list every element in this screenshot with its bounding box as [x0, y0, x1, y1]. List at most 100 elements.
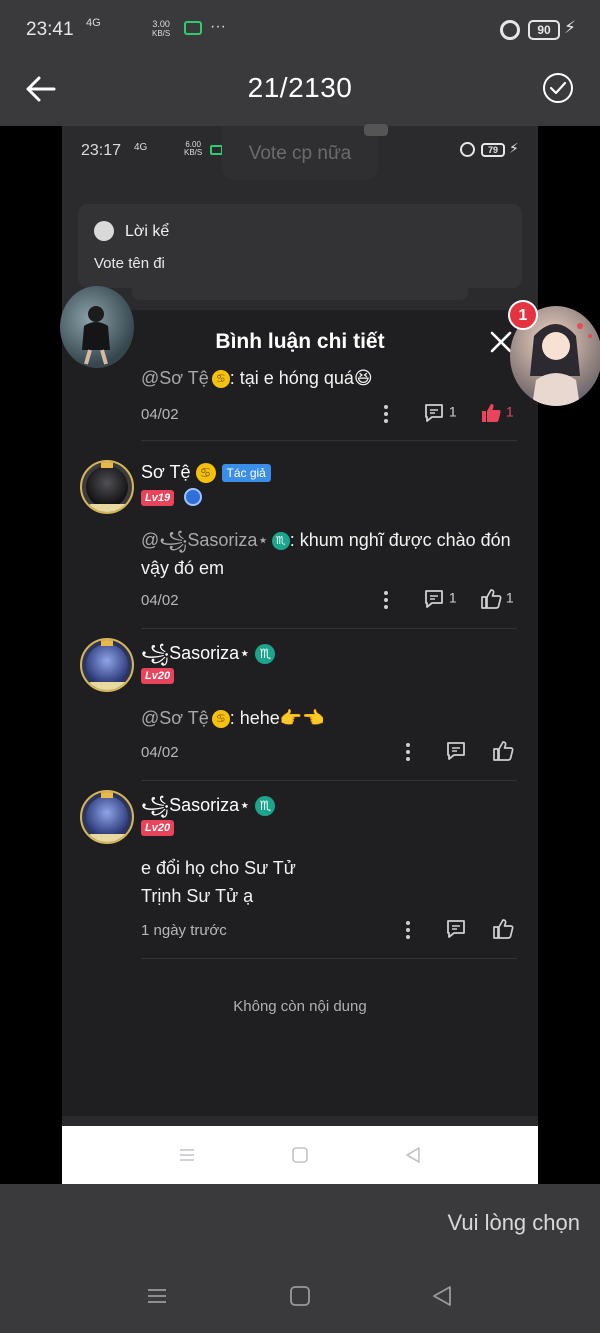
screenshot-image[interactable]: 23:17 4G 6.00 KB/S ··· 79 ⚡ Vote cp nữa … — [62, 124, 538, 1184]
network-indicator: 4G — [86, 17, 101, 29]
comment-date: 04/02 — [141, 406, 179, 423]
bottom-bar: Vui lòng chọn — [0, 1184, 600, 1333]
reply-button[interactable] — [445, 918, 467, 940]
status-time: 23:41 — [26, 19, 74, 40]
comment-item: @Sơ Tệ ♋: tại e hóng quá😆 04/02 1 1 — [62, 366, 538, 450]
comment-item: ꧁Sasoriza⋆ ♏ Lv20 e đổi họ cho Sư Tử Trịn… — [62, 780, 538, 960]
reply-button[interactable] — [445, 740, 467, 762]
avatar-image — [86, 644, 128, 686]
image-counter: 21/2130 — [247, 72, 353, 103]
like-button[interactable] — [492, 918, 514, 940]
menu-icon — [180, 1149, 194, 1161]
comment-body: : tại e hóng quá😆 — [229, 368, 373, 388]
speed-value: 3.00 — [152, 19, 170, 29]
status-bar: 23:41 4G 3.00 KB/S ··· 90 ⚡ — [0, 0, 600, 60]
alarm-icon — [500, 20, 520, 40]
story-card: Lời kể Vote tên đi — [78, 204, 522, 288]
cancer-icon: ♋ — [195, 463, 216, 484]
comment-panel: Bình luận chi tiết @Sơ Tệ ♋: tại e hóng q… — [62, 310, 538, 1184]
story-card-title: Lời kể — [125, 223, 170, 240]
reply-icon — [447, 742, 465, 760]
speed-unit: KB/S — [152, 29, 171, 38]
comment-line: Trịnh Sư Tử ạ — [141, 886, 254, 906]
avatar-image — [86, 466, 128, 508]
more-options-icon[interactable] — [382, 404, 390, 424]
author-name: Sơ Tệ — [141, 462, 191, 482]
more-options-icon[interactable] — [382, 590, 390, 610]
reply-button[interactable]: 1 — [423, 402, 457, 424]
screenshot-speed-unit: KB/S — [184, 148, 203, 157]
back-triangle-icon[interactable] — [430, 1284, 454, 1308]
comment-divider — [141, 958, 517, 959]
back-triangle-icon — [406, 1147, 420, 1163]
author-name: ꧁Sasoriza⋆ — [141, 795, 251, 815]
comment-text: @Sơ Tệ ♋: tại e hóng quá😆 — [141, 366, 521, 392]
reply-icon — [425, 590, 443, 608]
choose-label[interactable]: Vui lòng chọn — [447, 1210, 580, 1236]
screenshot-charging-icon: ⚡ — [509, 140, 519, 156]
comment-date: 04/02 — [141, 592, 179, 609]
like-button[interactable]: 1 — [480, 402, 514, 424]
card-shadow — [132, 288, 468, 300]
comment-item: ꧁Sasoriza⋆ ♏ Lv20 @Sơ Tệ ♋: hehe👉👈 04/02 — [62, 630, 538, 781]
level-badge: Lv20 — [141, 820, 175, 836]
screenshot-speed: 6.00 KB/S — [184, 141, 202, 157]
reply-icon — [447, 920, 465, 938]
screenshot-network: 4G — [134, 142, 148, 153]
comment-mention[interactable]: @Sơ Tệ — [141, 368, 209, 388]
like-button[interactable]: 1 — [480, 588, 514, 610]
vip-badge-icon — [184, 488, 202, 506]
avatar-image — [86, 796, 128, 838]
like-count: 1 — [505, 403, 514, 420]
comment-date: 04/02 — [141, 744, 179, 761]
avatar[interactable] — [80, 460, 134, 514]
screenshot-nav-bar — [62, 1126, 538, 1184]
ghost-badge — [364, 124, 388, 136]
crown-frame-icon — [101, 462, 113, 468]
comment-author[interactable]: Sơ Tệ ♋ Tác giả — [141, 462, 271, 484]
avatar[interactable] — [80, 638, 134, 692]
comment-line: e đổi họ cho Sư Tử — [141, 858, 296, 878]
more-notifications: ··· — [210, 18, 226, 35]
viewer-topbar: 23:41 4G 3.00 KB/S ··· 90 ⚡ 21/2130 — [0, 0, 600, 126]
cancer-icon: ♋ — [211, 370, 230, 389]
screenshot-time: 23:17 — [81, 142, 122, 159]
like-count: 1 — [505, 589, 514, 606]
thumbs-up-icon — [493, 741, 514, 761]
thumbs-up-filled-icon — [482, 404, 501, 422]
avatar[interactable] — [80, 790, 134, 844]
reply-button[interactable]: 1 — [423, 588, 457, 610]
comment-mention[interactable]: @Sơ Tệ — [141, 708, 209, 728]
crown-frame-icon — [101, 792, 113, 798]
avatar-ribbon — [88, 504, 128, 512]
notification-badge: 1 — [508, 300, 538, 330]
home-icon[interactable] — [288, 1284, 312, 1308]
network-speed: 3.00 KB/S — [152, 19, 170, 39]
comment-item: Sơ Tệ ♋ Tác giả Lv19 @꧁Sasoriza⋆ ♏: khum ng… — [62, 450, 538, 630]
more-options-icon[interactable] — [404, 920, 412, 940]
more-options-icon[interactable] — [404, 742, 412, 762]
menu-icon[interactable] — [145, 1284, 169, 1308]
level-badge: Lv20 — [141, 668, 175, 684]
screenshot-alarm-icon — [460, 142, 475, 157]
scorpio-icon: ♏ — [255, 796, 276, 817]
home-icon — [292, 1147, 308, 1163]
crown-frame-icon — [101, 640, 113, 646]
select-check-icon[interactable] — [542, 72, 574, 104]
charging-icon: ⚡ — [564, 18, 576, 37]
avatar-ribbon — [88, 682, 128, 690]
like-button[interactable] — [492, 740, 514, 762]
comment-divider — [141, 440, 517, 441]
comment-list[interactable]: @Sơ Tệ ♋: tại e hóng quá😆 04/02 1 1 Sơ T… — [62, 366, 538, 1114]
reply-icon — [425, 404, 443, 422]
comment-mention[interactable]: @꧁Sasoriza⋆ — [141, 530, 269, 550]
cancer-icon: ♋ — [211, 710, 230, 729]
screenshot-battery: 79 — [481, 143, 505, 157]
comment-text: e đổi họ cho Sư Tử Trịnh Sư Tử ạ — [141, 854, 521, 910]
app-notification-icon — [184, 21, 202, 35]
floating-avatar-left[interactable] — [60, 286, 134, 368]
thumbs-up-icon — [493, 919, 514, 939]
thumbs-up-icon — [481, 589, 502, 609]
level-badge: Lv19 — [141, 490, 175, 506]
battery-indicator: 90 — [528, 20, 560, 40]
